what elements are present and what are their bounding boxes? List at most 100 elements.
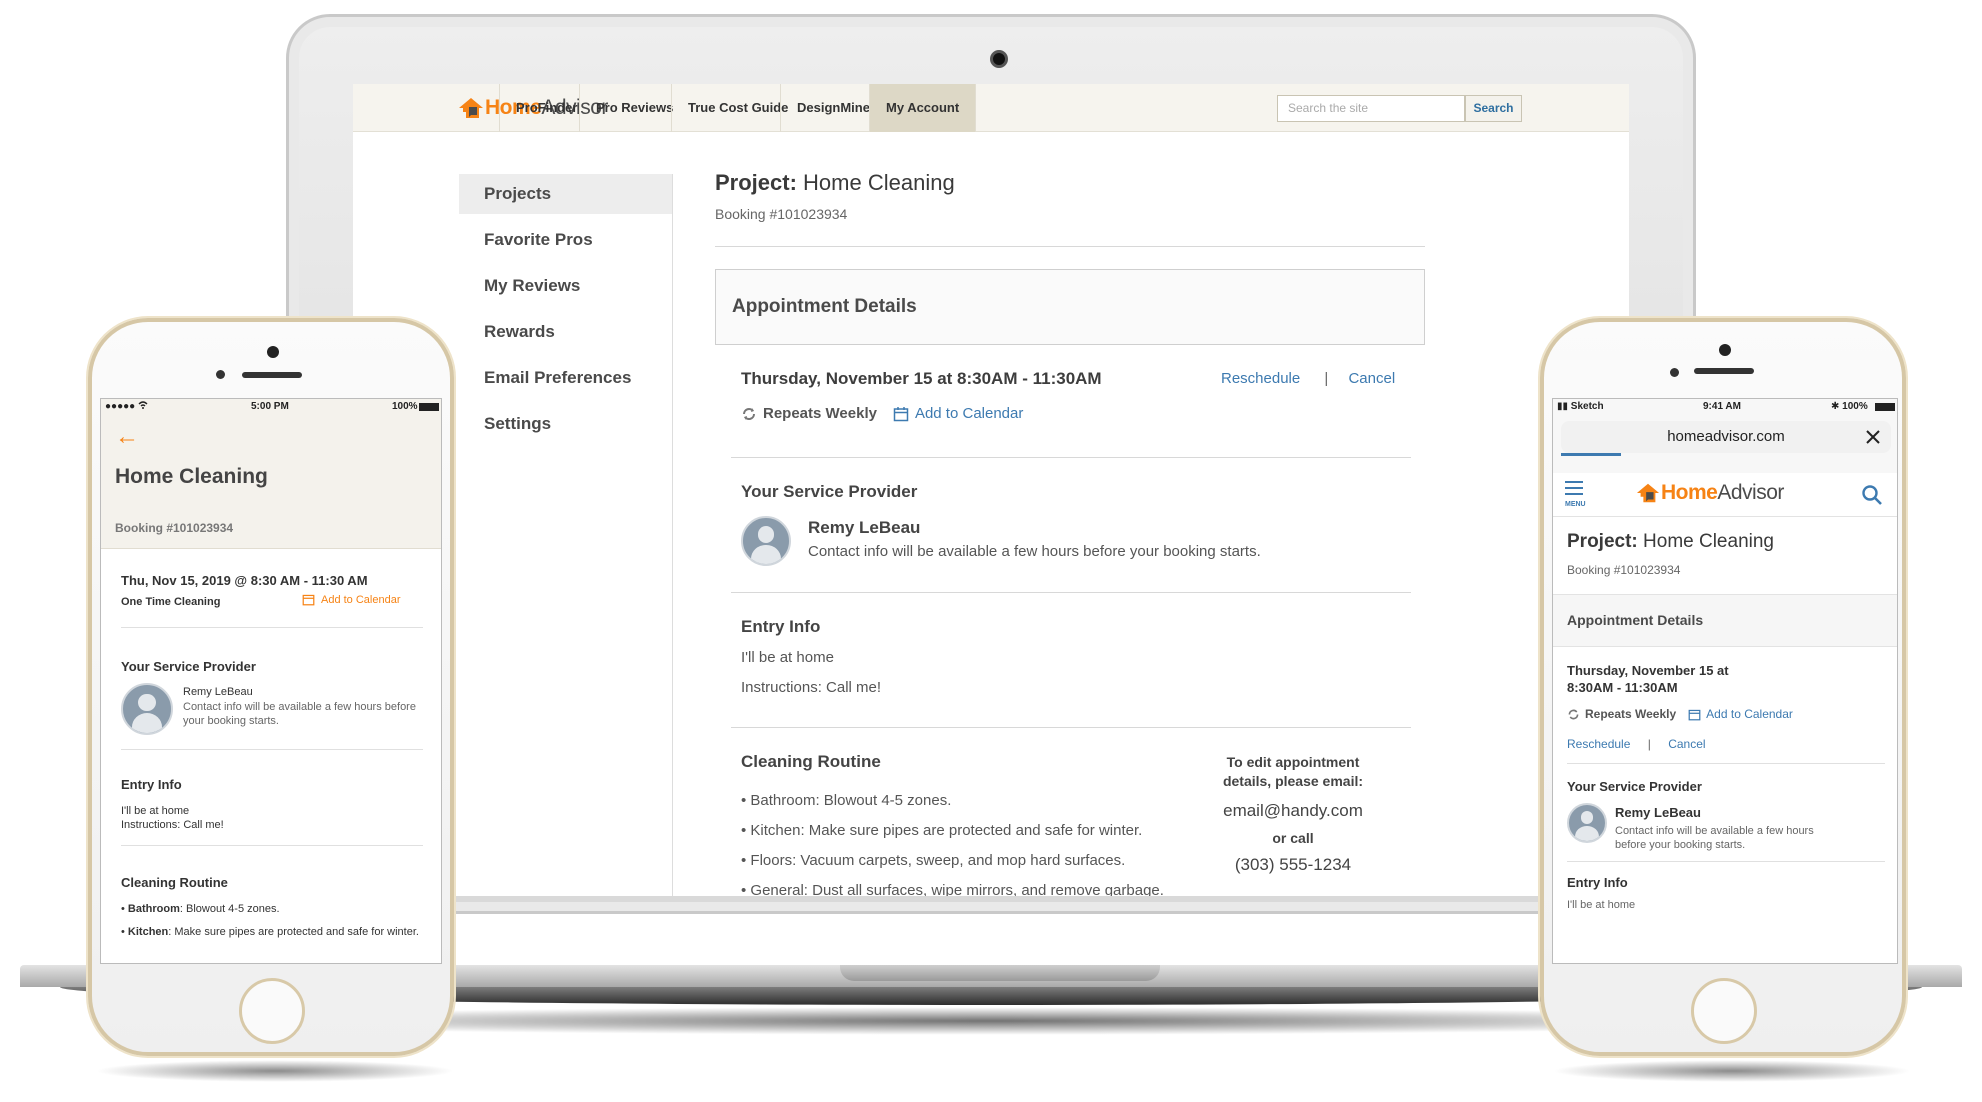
calendar-icon — [893, 406, 909, 421]
right-phone-camera — [1719, 344, 1731, 356]
routine-item-label: Kitchen — [127, 926, 169, 938]
contact-email[interactable]: email@handy.com — [1203, 801, 1383, 821]
appointment-actions: Reschedule | Cancel — [1221, 370, 1395, 387]
mobile-booking: Booking #101023934 — [1567, 563, 1681, 577]
add-to-calendar-link[interactable]: Add to Calendar — [321, 594, 401, 606]
homeadvisor-logo[interactable]: Home Advisor — [1635, 481, 1784, 505]
search-icon[interactable] — [1861, 484, 1883, 506]
left-phone-provider-heading: Your Service Provider — [121, 659, 256, 674]
screen-bottom-edge — [353, 896, 1629, 902]
right-phone-screen: ▮▮ Sketch 9:41 AM ✱ 100% homeadvisor.com — [1552, 398, 1898, 964]
left-phone-add-calendar[interactable]: Add to Calendar — [302, 593, 401, 606]
battery-percent: 100% — [392, 401, 418, 412]
left-phone-shadow — [95, 1060, 455, 1082]
contact-phone[interactable]: (303) 555-1234 — [1203, 855, 1383, 875]
battery-percent: ✱ 100% — [1831, 401, 1868, 412]
provider-avatar — [1567, 803, 1607, 843]
left-phone-status-bar: ●●●●● 5:00 PM 100% — [101, 399, 441, 415]
provider-avatar — [121, 683, 173, 735]
wifi-icon — [138, 401, 148, 409]
left-phone-provider-note: Contact info will be available a few hou… — [183, 701, 416, 727]
reschedule-link[interactable]: Reschedule — [1221, 370, 1300, 387]
page-title: Project: Home Cleaning — [715, 170, 1425, 196]
edit-note-line-1: To edit appointment — [1226, 754, 1360, 770]
routine-heading: Cleaning Routine — [741, 752, 881, 771]
sidebar-item-favorite-pros[interactable]: Favorite Pros — [459, 220, 672, 260]
divider — [121, 845, 423, 846]
status-time: 9:41 AM — [1703, 401, 1741, 412]
mobile-entry-heading: Entry Info — [1567, 875, 1628, 890]
cancel-link[interactable]: Cancel — [1348, 370, 1395, 387]
mobile-title-name: Home Cleaning — [1643, 531, 1774, 552]
mobile-project-header: Project: Home Cleaning Booking #10102393… — [1553, 517, 1897, 595]
account-sidebar: Projects Favorite Pros My Reviews Reward… — [459, 174, 673, 902]
routine-item-text: : Blowout 4-5 zones. — [179, 903, 280, 915]
right-phone-speaker — [1694, 368, 1754, 374]
search-input[interactable]: Search the site — [1277, 95, 1465, 122]
divider — [1567, 861, 1885, 862]
menu-label: MENU — [1565, 501, 1586, 508]
entry-line-2: Instructions: Call me! — [741, 679, 882, 696]
signal-dots: ●●●●● — [105, 401, 138, 412]
provider-section: Your Service Provider Remy LeBeau Contac… — [715, 458, 1425, 592]
search-button[interactable]: Search — [1465, 95, 1522, 122]
mobile-header: MENU Home Advisor — [1553, 473, 1897, 517]
laptop-camera — [990, 50, 1008, 68]
house-logo-icon — [1636, 483, 1660, 503]
sidebar-item-projects[interactable]: Projects — [459, 174, 672, 214]
divider — [121, 749, 423, 750]
sidebar-item-my-reviews[interactable]: My Reviews — [459, 266, 672, 306]
right-phone-status-bar: ▮▮ Sketch 9:41 AM ✱ 100% — [1553, 399, 1897, 415]
url-bar[interactable]: homeadvisor.com — [1561, 421, 1891, 453]
booking-number: Booking #101023934 — [715, 206, 848, 222]
mobile-datetime-line-2: 8:30AM - 11:30AM — [1567, 680, 1678, 695]
routine-item-label: Bathroom — [127, 903, 180, 915]
appointment-meta: Repeats Weekly Add to Calendar — [741, 405, 1023, 422]
nav-tab-my-account[interactable]: My Account — [869, 84, 977, 132]
add-to-calendar-link[interactable]: Add to Calendar — [915, 405, 1023, 422]
left-phone-home-button[interactable] — [239, 978, 305, 1044]
cancel-link[interactable]: Cancel — [1668, 737, 1705, 751]
page-load-progress — [1561, 453, 1621, 456]
mobile-appointment-heading: Appointment Details — [1553, 595, 1897, 647]
left-phone-header: ← Home Cleaning Booking #101023934 — [101, 415, 441, 549]
mobile-title-prefix: Project: — [1567, 531, 1638, 552]
left-phone-frequency: One Time Cleaning — [121, 596, 221, 608]
carrier-label: ▮▮ Sketch — [1557, 401, 1604, 412]
mobile-entry-line-1: I'll be at home — [1567, 899, 1636, 911]
or-call-label: or call — [1272, 830, 1314, 846]
menu-icon[interactable] — [1565, 481, 1583, 495]
routine-section: Cleaning Routine • Bathroom: Blowout 4-5… — [715, 728, 1425, 902]
contact-box: To edit appointment details, please emai… — [1203, 754, 1383, 875]
sidebar-item-rewards[interactable]: Rewards — [459, 312, 672, 352]
sidebar-item-email-preferences[interactable]: Email Preferences — [459, 358, 672, 398]
left-phone-sensor — [216, 370, 225, 379]
house-logo-icon — [459, 98, 483, 118]
action-separator: | — [1324, 370, 1329, 387]
left-phone-entry-line-1: I'll be at home — [121, 805, 190, 817]
routine-item: • Floors: Vacuum carpets, sweep, and mop… — [741, 852, 1126, 869]
mobile-appointment-meta: Repeats Weekly Add to Calendar — [1567, 707, 1793, 721]
action-separator: | — [1647, 737, 1651, 751]
battery-icon — [1875, 403, 1895, 411]
entry-section: Entry Info I'll be at home Instructions:… — [715, 593, 1425, 727]
left-phone-title: Home Cleaning — [115, 465, 268, 488]
mobile-datetime-line-1: Thursday, November 15 at — [1567, 663, 1729, 678]
top-nav: Home Advisor ProFinder Pro Reviews True C… — [353, 84, 1629, 132]
laptop-screen: Home Advisor ProFinder Pro Reviews True C… — [353, 84, 1629, 902]
mobile-appointment-body: Thursday, November 15 at 8:30AM - 11:30A… — [1553, 647, 1897, 947]
reschedule-link[interactable]: Reschedule — [1567, 737, 1630, 751]
provider-heading: Your Service Provider — [741, 482, 918, 501]
add-to-calendar-link[interactable]: Add to Calendar — [1706, 707, 1793, 721]
sidebar-item-settings[interactable]: Settings — [459, 404, 672, 444]
right-phone-home-button[interactable] — [1691, 978, 1757, 1044]
mobile-provider-name: Remy LeBeau — [1615, 805, 1701, 820]
left-phone-camera — [267, 346, 279, 358]
provider-note: Contact info will be available a few hou… — [808, 543, 1261, 560]
edit-note-line-2: details, please email: — [1222, 773, 1364, 789]
routine-item: • Bathroom: Blowout 4-5 zones. — [741, 792, 952, 809]
right-phone-frame: ▮▮ Sketch 9:41 AM ✱ 100% homeadvisor.com — [1540, 318, 1906, 1056]
left-phone-datetime: Thu, Nov 15, 2019 @ 8:30 AM - 11:30 AM — [121, 573, 368, 588]
back-arrow-icon[interactable]: ← — [115, 423, 139, 451]
close-icon[interactable] — [1865, 429, 1881, 445]
